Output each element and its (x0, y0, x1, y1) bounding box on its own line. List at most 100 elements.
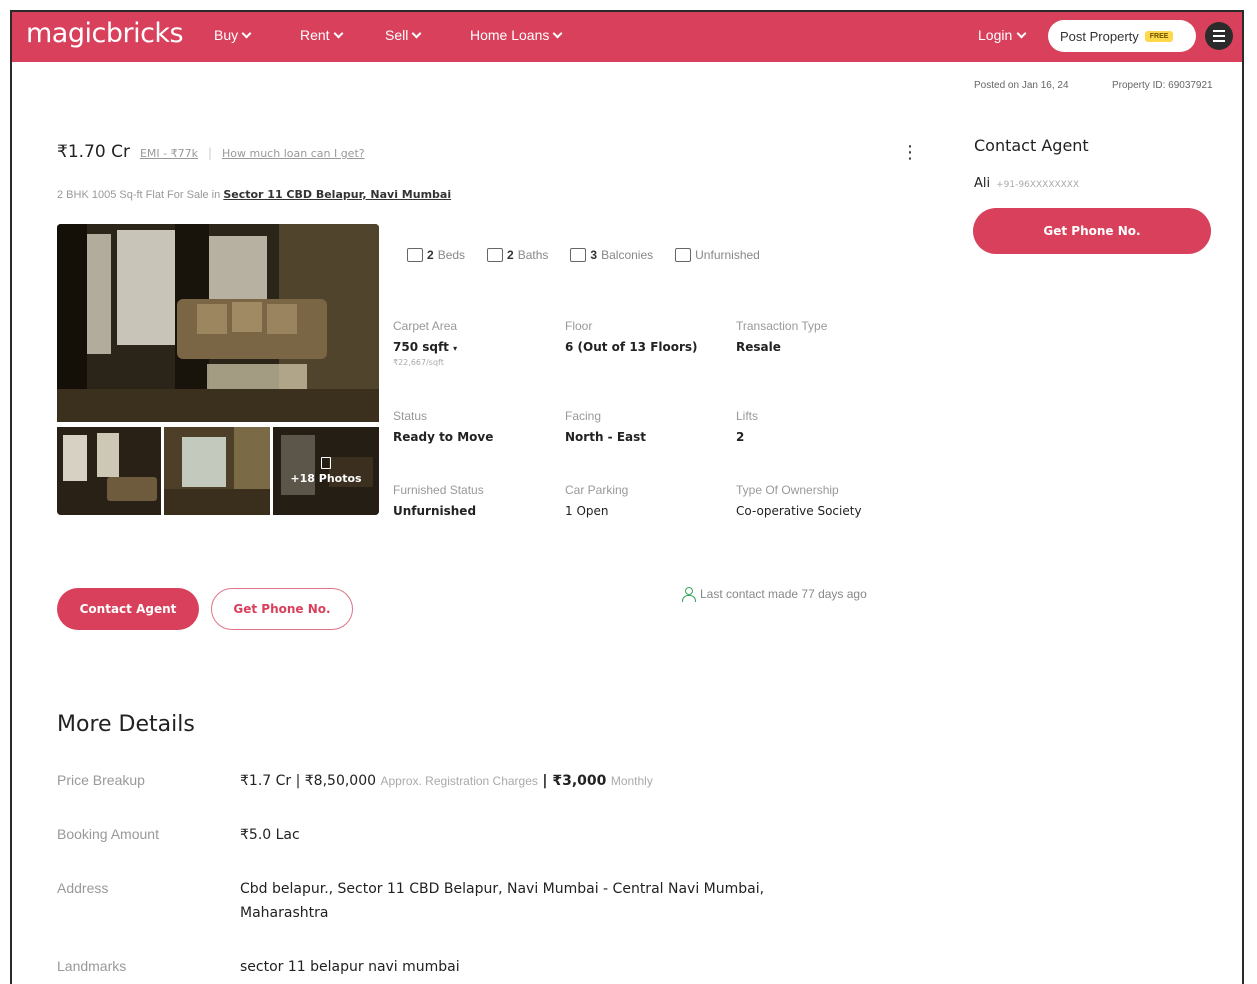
feature-balconies: 3 Balconies (570, 248, 653, 262)
feature-baths: 2 Baths (487, 248, 548, 262)
baths-label: Baths (517, 248, 549, 262)
login-label: Login (978, 27, 1013, 43)
nav-sell[interactable]: Sell (385, 27, 422, 43)
last-contact-info: Last contact made 77 days ago (682, 587, 867, 602)
booking-amount-value: ₹5.0 Lac (240, 827, 300, 843)
nav-buy[interactable]: Buy (214, 27, 252, 43)
spec-label: Facing (565, 409, 602, 423)
chevron-down-icon (411, 28, 422, 38)
spec-ownership: Type Of Ownership Co-operative Society (736, 483, 862, 518)
spec-value: Resale (736, 340, 781, 354)
price-per-sqft: ₹22,667/sqft (393, 358, 444, 367)
bed-icon (407, 248, 423, 262)
get-phone-button[interactable]: Get Phone No. (211, 588, 353, 630)
spec-floor: Floor 6 (Out of 13 Floors) (565, 319, 698, 354)
bath-icon (487, 248, 504, 262)
more-options-icon[interactable]: ⋮ (901, 144, 919, 162)
page-frame: magicbricks Buy Rent Sell Home Loans Log… (10, 10, 1244, 984)
price-breakup-label: Price Breakup (57, 772, 145, 788)
last-contact-text: Last contact made 77 days ago (700, 587, 867, 601)
login-menu[interactable]: Login (978, 27, 1027, 43)
spec-furnished-status: Furnished Status Unfurnished (393, 483, 484, 518)
listing-subtitle-prefix: 2 BHK 1005 Sq-ft Flat For Sale in (57, 189, 221, 201)
spec-label: Status (393, 409, 428, 423)
address-line-2: Maharashtra (240, 905, 329, 921)
spec-label: Lifts (736, 409, 759, 423)
thumbnail-photo (57, 427, 161, 515)
spec-label: Furnished Status (393, 483, 484, 497)
contact-agent-button[interactable]: Contact Agent (57, 588, 199, 630)
carpet-area-value: 750 sqft (393, 340, 449, 354)
emi-link[interactable]: EMI - ₹77k (140, 147, 198, 160)
contact-agent-title: Contact Agent (974, 136, 1089, 155)
locality-link[interactable]: Sector 11 CBD Belapur, Navi Mumbai (223, 188, 451, 201)
nav-sell-label: Sell (385, 27, 409, 43)
thumbnail-photo (164, 427, 270, 515)
landmarks-value: sector 11 belapur navi mumbai (240, 959, 460, 975)
spec-value: North - East (565, 430, 646, 444)
gallery-thumbnail[interactable] (164, 427, 270, 515)
maintenance-amount: | ₹3,000 (542, 773, 607, 789)
nav-buy-label: Buy (214, 27, 239, 43)
more-details-title: More Details (57, 712, 195, 737)
spec-label: Car Parking (565, 483, 629, 497)
more-photos-count: +18 Photos (290, 472, 362, 485)
hamburger-icon (1213, 30, 1225, 32)
booking-amount-label: Booking Amount (57, 826, 159, 842)
nav-home-loans[interactable]: Home Loans (470, 27, 563, 43)
spec-facing: Facing North - East (565, 409, 646, 444)
magicbricks-logo[interactable]: magicbricks (26, 18, 184, 49)
spec-value: Unfurnished (393, 504, 477, 518)
listing-subtitle: 2 BHK 1005 Sq-ft Flat For Sale in Sector… (57, 188, 451, 201)
address-line-1: Cbd belapur., Sector 11 CBD Belapur, Nav… (240, 881, 765, 897)
divider: | (207, 146, 212, 160)
spec-label: Transaction Type (736, 319, 828, 333)
spec-value: 6 (Out of 13 Floors) (565, 340, 698, 354)
hamburger-icon-bar (1213, 40, 1225, 42)
price-row: ₹1.70 Cr EMI - ₹77k | How much loan can … (57, 142, 365, 162)
loan-eligibility-link[interactable]: How much loan can I get? (222, 147, 365, 160)
living-room-photo (57, 224, 379, 422)
spec-lifts: Lifts 2 (736, 409, 758, 444)
beds-label: Beds (437, 248, 466, 262)
nav-rent[interactable]: Rent (300, 27, 344, 43)
main-property-photo[interactable] (57, 224, 379, 422)
address-label: Address (57, 880, 109, 896)
hamburger-menu-button[interactable] (1205, 22, 1233, 50)
post-property-button[interactable]: Post Property FREE (1048, 20, 1196, 52)
spec-transaction-type: Transaction Type Resale (736, 319, 827, 354)
baths-count: 2 (507, 248, 514, 262)
address-value: Cbd belapur., Sector 11 CBD Belapur, Nav… (240, 877, 764, 925)
balconies-count: 3 (590, 248, 598, 262)
chevron-down-icon (552, 28, 563, 38)
chevron-down-icon (333, 28, 344, 38)
furnishing-label: Unfurnished (695, 248, 760, 262)
price: ₹1.70 Cr (57, 142, 130, 162)
spec-label: Floor (565, 319, 593, 333)
more-photos-thumbnail[interactable]: +18 Photos (273, 427, 379, 515)
posted-date: Posted on Jan 16, 24 (974, 80, 1069, 91)
agent-info: Ali +91-96XXXXXXXX (974, 176, 1079, 191)
gallery-thumbnail[interactable] (57, 427, 161, 515)
spec-value: 2 (736, 430, 745, 444)
more-photos-overlay: +18 Photos (273, 427, 379, 515)
maintenance-note: Monthly (610, 774, 653, 788)
furnishing-icon (675, 248, 692, 262)
spec-value: 750 sqft ▾ (393, 340, 457, 354)
post-property-label: Post Property (1060, 28, 1139, 44)
agent-name: Ali (974, 176, 991, 191)
side-get-phone-button[interactable]: Get Phone No. (973, 208, 1211, 254)
price-breakup-value: ₹1.7 Cr | ₹8,50,000 Approx. Registration… (240, 769, 653, 793)
landmarks-label: Landmarks (57, 958, 127, 974)
property-id: Property ID: 69037921 (1112, 80, 1213, 91)
carpet-area-dropdown-icon[interactable]: ▾ (453, 344, 457, 353)
registration-note: Approx. Registration Charges (380, 774, 538, 788)
balcony-icon (570, 248, 587, 262)
spec-value: Ready to Move (393, 430, 494, 444)
chevron-down-icon (1016, 28, 1027, 38)
spec-label: Carpet Area (393, 319, 458, 333)
spec-car-parking: Car Parking 1 Open (565, 483, 628, 518)
chevron-down-icon (241, 28, 252, 38)
feature-summary: 2 Beds 2 Baths 3 Balconies Unfurnished (407, 248, 760, 262)
person-icon (682, 587, 696, 602)
